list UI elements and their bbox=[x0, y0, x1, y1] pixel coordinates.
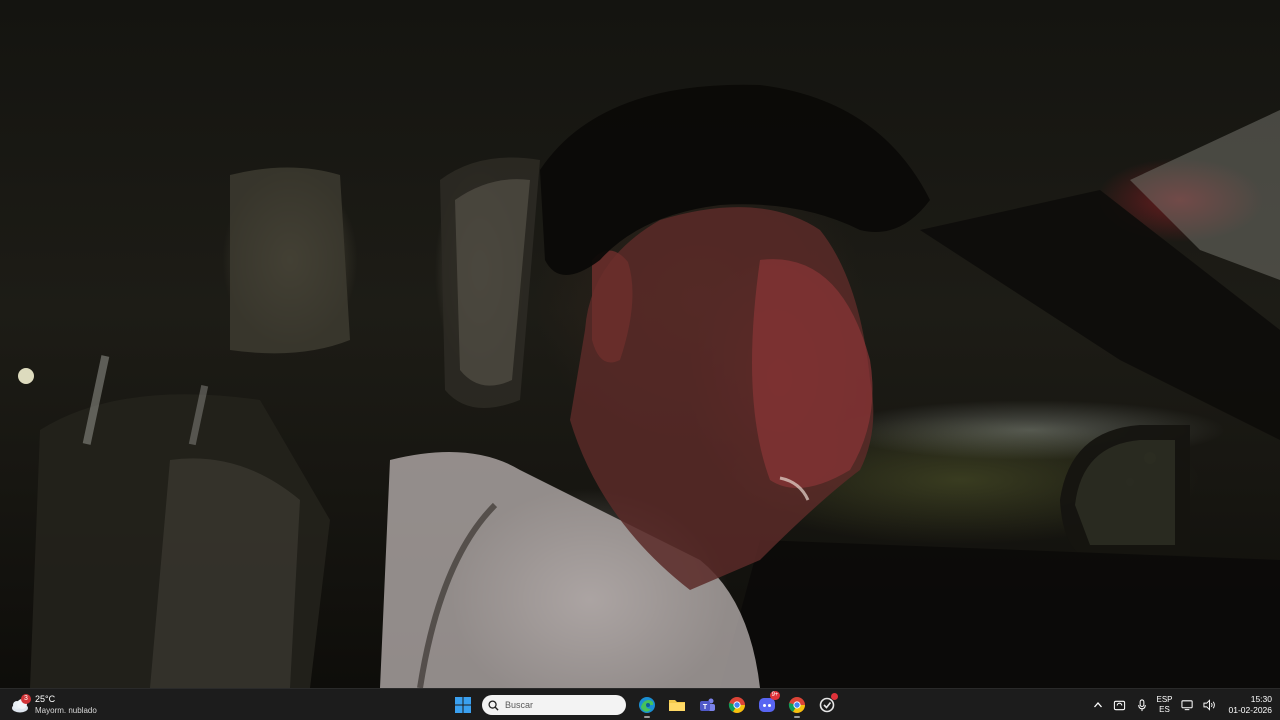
search-icon bbox=[488, 699, 499, 711]
language-code: ESP bbox=[1156, 695, 1173, 704]
chevron-up-icon[interactable] bbox=[1091, 698, 1105, 712]
discord-notification-badge: 9+ bbox=[770, 691, 780, 700]
taskbar-app-teams[interactable]: T bbox=[694, 692, 720, 718]
chrome-icon bbox=[788, 697, 805, 713]
taskbar-app-discord[interactable]: 9+ bbox=[754, 691, 780, 718]
taskbar-app-edge[interactable] bbox=[634, 692, 660, 718]
notification-dot bbox=[831, 693, 838, 700]
weather-description: Mayorm. nublado bbox=[35, 706, 97, 715]
taskbar-app-chrome[interactable] bbox=[724, 692, 750, 718]
svg-text:T: T bbox=[703, 704, 708, 711]
chrome-icon bbox=[728, 697, 745, 713]
network-icon[interactable] bbox=[1181, 698, 1195, 712]
search-input[interactable]: Buscar bbox=[482, 695, 626, 715]
car-interior-scene bbox=[18, 84, 1280, 688]
sync-icon[interactable] bbox=[1113, 698, 1127, 712]
taskbar-app-other[interactable] bbox=[814, 692, 840, 718]
weather-temperature: 25°C bbox=[35, 694, 56, 704]
taskbar-app-chrome-2[interactable] bbox=[784, 692, 810, 718]
taskbar-app-file-explorer[interactable] bbox=[664, 692, 690, 718]
weather-text: 25°C Mayorm. nublado bbox=[35, 694, 97, 716]
search-placeholder: Buscar bbox=[505, 700, 534, 710]
clock[interactable]: 15:30 01-02-2026 bbox=[1229, 694, 1272, 716]
microphone-icon[interactable] bbox=[1135, 698, 1149, 712]
windows-start-icon bbox=[455, 697, 471, 713]
edge-browser-icon bbox=[639, 697, 655, 713]
start-button[interactable] bbox=[450, 692, 476, 718]
clock-date: 01-02-2026 bbox=[1228, 705, 1272, 715]
desktop-background bbox=[0, 0, 1280, 688]
keyboard-layout: ES bbox=[1159, 705, 1170, 714]
language-indicator[interactable]: ESP ES bbox=[1157, 695, 1173, 715]
taskbar-center: Buscar T 9+ bbox=[450, 691, 840, 718]
taskbar: 3 25°C Mayorm. nublado Buscar T 9+ ESP E… bbox=[0, 688, 1280, 720]
teams-icon: T bbox=[700, 698, 715, 711]
cloud-icon: 3 bbox=[10, 694, 31, 715]
file-explorer-icon bbox=[669, 700, 685, 711]
volume-icon[interactable] bbox=[1203, 698, 1217, 712]
weather-alert-badge: 3 bbox=[21, 694, 31, 704]
system-tray: ESP ES 15:30 01-02-2026 bbox=[1091, 692, 1272, 718]
weather-widget[interactable]: 3 25°C Mayorm. nublado bbox=[10, 692, 97, 718]
clock-time: 15:30 bbox=[1250, 694, 1272, 704]
